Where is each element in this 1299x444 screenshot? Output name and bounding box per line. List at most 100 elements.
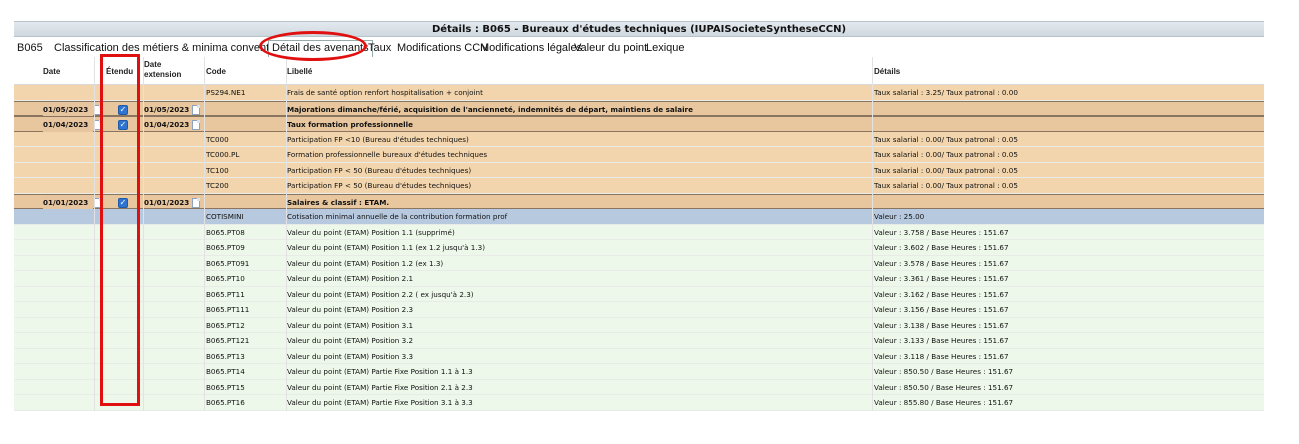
table-row[interactable]: B065.PT12 Valeur du point (ETAM) Position… xyxy=(14,317,1264,333)
window-title: Détails : B065 - Bureaux d'études techni… xyxy=(431,24,847,35)
table-row[interactable]: B065.PT121 Valeur du point (ETAM) Positio… xyxy=(14,333,1264,349)
libelle-cell: Valeur du point (ETAM) Partie Fixe Posit… xyxy=(287,382,473,392)
details-cell xyxy=(874,117,1264,132)
libelle-cell: Cotisation minimal annuelle de la contri… xyxy=(287,212,508,221)
tab-modifications-ccn[interactable]: Modifications CCN xyxy=(397,40,488,57)
table-row[interactable]: TC000 Participation FP <10 (Bureau d'étud… xyxy=(14,131,1264,147)
table-row[interactable]: 01/04/2023 ✓ 01/04/2023 Taux formation prof… xyxy=(14,116,1264,132)
code-cell xyxy=(206,117,286,132)
table-row[interactable]: B065.PT16 Valeur du point (ETAM) Partie F… xyxy=(14,395,1264,411)
code-cell: TC000 xyxy=(206,134,229,144)
tab-classification[interactable]: Classification des métiers & minima conv… xyxy=(54,40,304,57)
tab-lexique[interactable]: Lexique xyxy=(646,40,685,57)
details-cell xyxy=(874,195,1264,210)
libelle-cell: Valeur du point (ETAM) Position 1.2 (ex … xyxy=(287,258,444,268)
date-cell: 01/05/2023 xyxy=(43,101,93,117)
details-cell: Taux salarial : 0.00/ Taux patronal : 0.… xyxy=(874,165,1018,175)
table-row[interactable]: B065.PT10 Valeur du point (ETAM) Position… xyxy=(14,271,1264,287)
details-cell: Valeur : 3.138 / Base Heures : 151.67 xyxy=(874,320,1009,330)
tab-valeur-point[interactable]: Valeur du point xyxy=(574,40,647,57)
code-cell: B065.PT09 xyxy=(206,243,245,252)
table-row[interactable]: B065.PT15 Valeur du point (ETAM) Partie F… xyxy=(14,379,1264,395)
code-cell: TC000.PL xyxy=(206,150,240,159)
table-row[interactable]: B065.PT11 Valeur du point (ETAM) Position… xyxy=(14,286,1264,302)
code-cell: TC100 xyxy=(206,165,229,175)
etendu-checkbox[interactable]: ✓ xyxy=(118,117,130,132)
libelle-cell: Valeur du point (ETAM) Position 3.2 xyxy=(287,336,414,345)
column-separator xyxy=(286,57,287,411)
table-row[interactable]: B065.PT09 Valeur du point (ETAM) Position… xyxy=(14,240,1264,256)
table-row[interactable]: B065.PT091 Valeur du point (ETAM) Positio… xyxy=(14,255,1264,271)
tab-taux[interactable]: Taux xyxy=(368,40,391,57)
column-header-details[interactable]: Détails xyxy=(874,67,900,76)
libelle-cell: Participation FP < 50 (Bureau d'études t… xyxy=(287,165,472,175)
code-cell: B065.PT15 xyxy=(206,382,245,392)
details-cell: Valeur : 850.50 / Base Heures : 151.67 xyxy=(874,382,1014,392)
table-row[interactable]: 01/01/2023 ✓ 01/01/2023 Salaires & classif … xyxy=(14,193,1264,210)
libelle-cell: Valeur du point (ETAM) Partie Fixe Posit… xyxy=(287,367,473,376)
table-row[interactable]: B065.PT14 Valeur du point (ETAM) Partie F… xyxy=(14,364,1264,380)
libelle-cell: Valeur du point (ETAM) Partie Fixe Posit… xyxy=(287,398,473,407)
document-icon[interactable] xyxy=(94,117,104,132)
column-header-etendu[interactable]: Étendu xyxy=(106,67,133,76)
tab-detail-avenants[interactable]: Détail des avenants xyxy=(268,40,373,57)
table-row[interactable]: TC000.PL Formation professionnelle bureau… xyxy=(14,147,1264,163)
details-cell: Taux salarial : 0.00/ Taux patronal : 0.… xyxy=(874,150,1018,159)
column-header-date-extension-line1[interactable]: Date xyxy=(144,60,161,69)
date-cell: 01/01/2023 xyxy=(43,194,93,210)
details-cell: Valeur : 855.80 / Base Heures : 151.67 xyxy=(874,398,1014,407)
document-icon[interactable] xyxy=(192,117,202,132)
document-icon[interactable] xyxy=(94,102,104,117)
table-row[interactable]: B065.PT13 Valeur du point (ETAM) Position… xyxy=(14,348,1264,364)
column-header-date-extension-line2[interactable]: extension xyxy=(144,70,181,79)
column-separator xyxy=(143,57,144,411)
checkmark-icon: ✓ xyxy=(118,120,128,130)
libelle-cell: Majorations dimanche/férié, acquisition … xyxy=(287,104,693,114)
etendu-checkbox[interactable]: ✓ xyxy=(118,195,130,210)
libelle-cell: Taux formation professionnelle xyxy=(287,120,413,129)
date-extension-cell: 01/04/2023 xyxy=(144,120,190,129)
document-icon[interactable] xyxy=(192,195,202,210)
code-cell xyxy=(206,195,286,210)
details-cell: Valeur : 3.361 / Base Heures : 151.67 xyxy=(874,274,1009,283)
libelle-cell: Valeur du point (ETAM) Position 2.1 xyxy=(287,274,414,283)
column-header-code[interactable]: Code xyxy=(206,67,226,76)
avenants-grid: Date Étendu Date extension Code Libellé … xyxy=(14,57,1264,411)
date-extension-cell: 01/05/2023 xyxy=(144,104,190,114)
column-header-libelle[interactable]: Libellé xyxy=(287,67,312,76)
details-cell: Valeur : 3.118 / Base Heures : 151.67 xyxy=(874,351,1009,361)
table-row[interactable]: COTISMINI Cotisation minimal annuelle de … xyxy=(14,209,1264,225)
details-cell: Valeur : 3.758 / Base Heures : 151.67 xyxy=(874,227,1009,237)
etendu-checkbox[interactable]: ✓ xyxy=(118,102,130,117)
document-icon[interactable] xyxy=(94,195,104,210)
libelle-cell: Valeur du point (ETAM) Position 2.3 xyxy=(287,305,414,314)
table-row[interactable]: B065.PT08 Valeur du point (ETAM) Position… xyxy=(14,224,1264,240)
code-cell: B065.PT091 xyxy=(206,258,250,268)
code-cell: B065.PT111 xyxy=(206,305,250,314)
table-row[interactable]: B065.PT111 Valeur du point (ETAM) Positio… xyxy=(14,302,1264,318)
column-header-date[interactable]: Date xyxy=(43,67,60,76)
document-icon[interactable] xyxy=(192,102,202,117)
details-cell: Valeur : 3.162 / Base Heures : 151.67 xyxy=(874,289,1009,299)
table-row[interactable]: 01/05/2023 ✓ 01/05/2023 Majorations dimanch… xyxy=(14,100,1264,117)
checkmark-icon: ✓ xyxy=(118,104,128,115)
details-cell: Valeur : 3.602 / Base Heures : 151.67 xyxy=(874,243,1009,252)
column-separator xyxy=(94,57,95,411)
code-cell: COTISMINI xyxy=(206,212,244,221)
code-cell: B065.PT14 xyxy=(206,367,245,376)
column-separator xyxy=(204,57,205,411)
table-row[interactable]: TC200 Participation FP < 50 (Bureau d'étu… xyxy=(14,178,1264,194)
table-row[interactable]: TC100 Participation FP < 50 (Bureau d'étu… xyxy=(14,162,1264,178)
window-title-bar: Détails : B065 - Bureaux d'études techni… xyxy=(14,21,1264,37)
libelle-cell: Participation FP <10 (Bureau d'études te… xyxy=(287,134,469,144)
tab-modifications-legales[interactable]: Modifications légales xyxy=(480,40,582,57)
tab-b065[interactable]: B065 xyxy=(17,40,43,57)
details-cell xyxy=(874,102,1264,117)
details-cell: Taux salarial : 0.00/ Taux patronal : 0.… xyxy=(874,134,1018,144)
column-separator xyxy=(872,57,873,411)
table-row[interactable]: PS294.NE1 Frais de santé option renfort h… xyxy=(14,85,1264,101)
details-cell: Valeur : 3.578 / Base Heures : 151.67 xyxy=(874,258,1009,268)
details-cell: Taux salarial : 3.25/ Taux patronal : 0.… xyxy=(874,88,1018,97)
libelle-cell: Valeur du point (ETAM) Position 1.1 (ex … xyxy=(287,243,486,252)
checkmark-icon: ✓ xyxy=(118,197,128,208)
